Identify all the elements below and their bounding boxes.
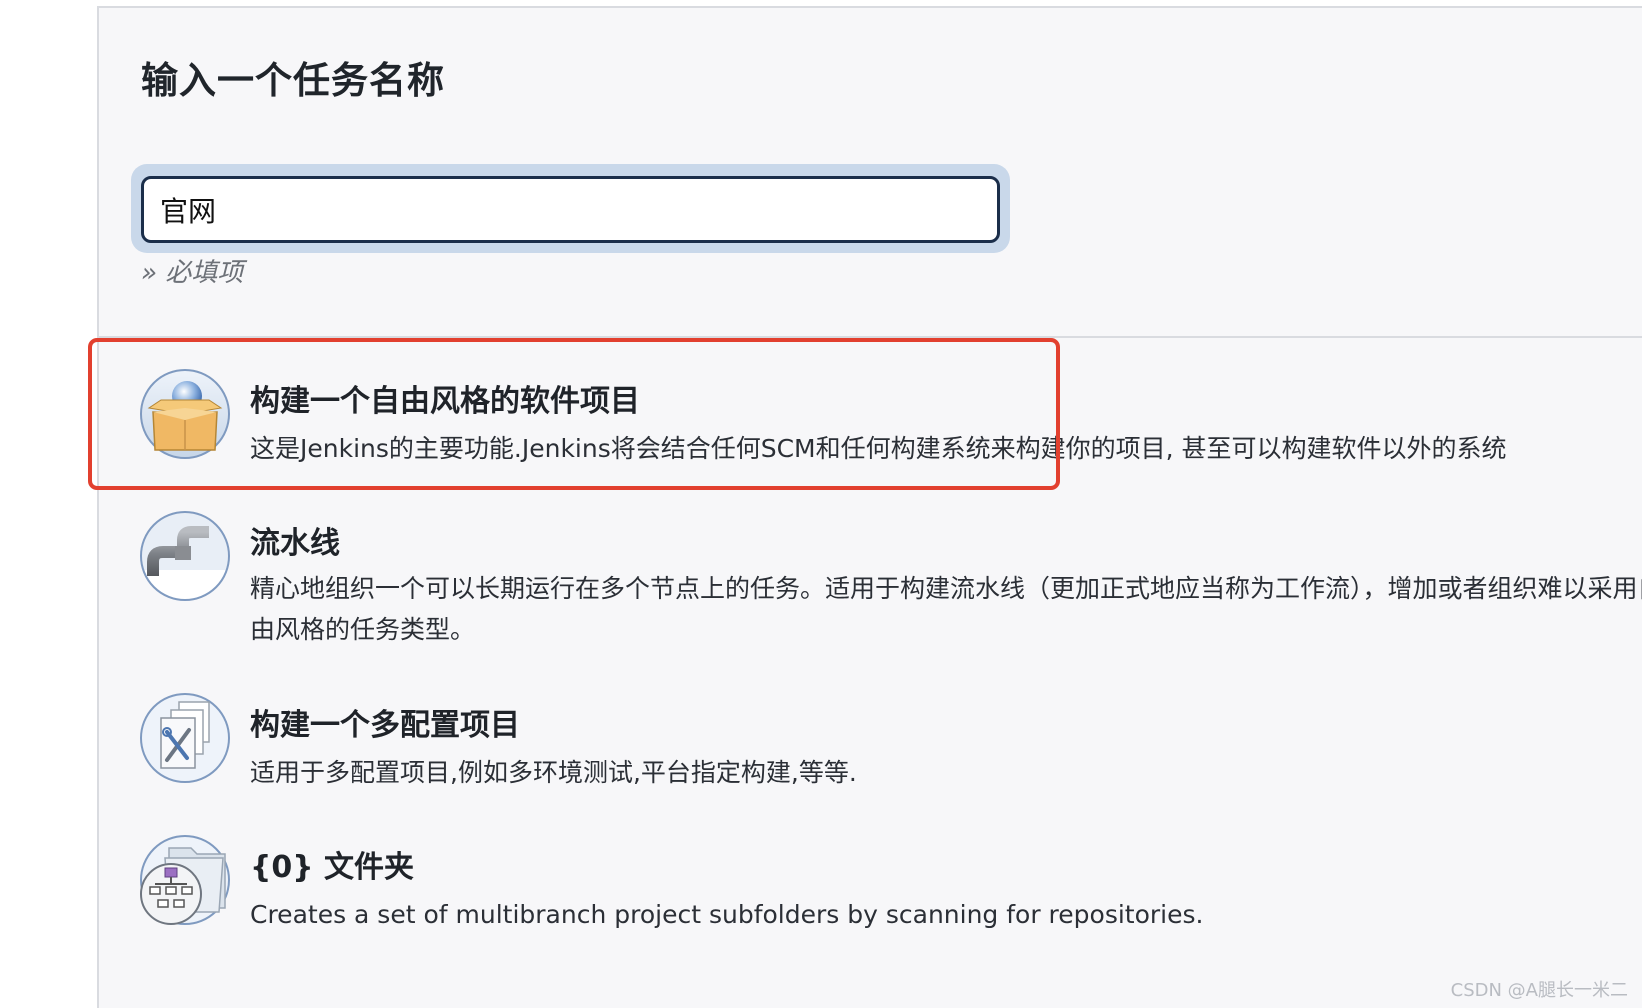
page: 输入一个任务名称 » 必填项 bbox=[0, 0, 1642, 1008]
job-type-description: 精心地组织一个可以长期运行在多个节点上的任务。适用于构建流水线（更加正式地应当称… bbox=[250, 574, 1642, 644]
watermark: CSDN @A腿长一米二 bbox=[1450, 980, 1628, 1001]
job-type-multi-config[interactable]: 构建一个多配置项目 适用于多配置项目,例如多环境测试,平台指定构建,等等. bbox=[99, 686, 1642, 826]
freestyle-box-icon bbox=[139, 368, 231, 460]
item-name-input[interactable] bbox=[141, 176, 1000, 243]
job-type-title: 流水线 bbox=[250, 526, 340, 561]
section-title: 输入一个任务名称 bbox=[141, 59, 445, 102]
job-type-description: 适用于多配置项目,例如多环境测试,平台指定构建,等等. bbox=[250, 758, 857, 787]
new-item-panel: 输入一个任务名称 » 必填项 bbox=[97, 6, 1642, 1008]
job-type-org-folder[interactable]: {0} 文件夹 Creates a set of multibranch pro… bbox=[99, 828, 1642, 968]
job-type-title: {0} 文件夹 bbox=[250, 850, 415, 885]
job-type-freestyle[interactable]: 构建一个自由风格的软件项目 这是Jenkins的主要功能.Jenkins将会结合… bbox=[99, 362, 1642, 502]
job-type-pipeline[interactable]: 流水线 精心地组织一个可以长期运行在多个节点上的任务。适用于构建流水线（更加正式… bbox=[99, 504, 1642, 654]
job-type-description: 这是Jenkins的主要功能.Jenkins将会结合任何SCM和任何构建系统来构… bbox=[250, 434, 1507, 463]
job-type-title: 构建一个自由风格的软件项目 bbox=[250, 384, 640, 419]
job-type-description: Creates a set of multibranch project sub… bbox=[250, 900, 1204, 929]
org-folder-icon bbox=[139, 834, 231, 926]
required-hint: » 必填项 bbox=[141, 258, 244, 288]
multi-config-icon bbox=[139, 692, 231, 784]
job-type-title: 构建一个多配置项目 bbox=[250, 708, 520, 743]
item-name-section: 输入一个任务名称 » 必填项 bbox=[99, 8, 1642, 338]
pipeline-pipe-icon bbox=[139, 510, 231, 602]
